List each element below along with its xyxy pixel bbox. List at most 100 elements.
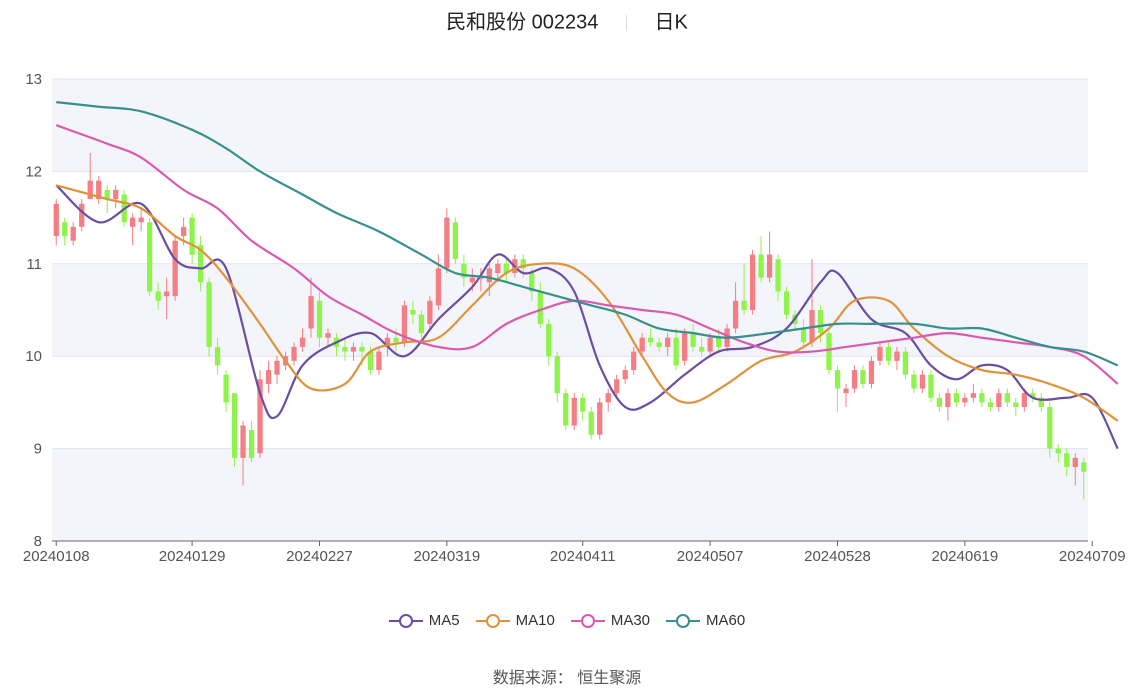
candle-body (130, 217, 136, 227)
candle-body (707, 337, 713, 352)
candle-body (1055, 448, 1061, 454)
candle-body (936, 397, 943, 408)
x-tick-label: 20240619 (931, 548, 998, 565)
legend-label: MA60 (706, 612, 746, 629)
candle-body (155, 291, 161, 301)
candle-body (979, 393, 985, 403)
candle-body (1013, 402, 1019, 408)
candle-body (715, 337, 722, 347)
candle-body (265, 370, 272, 384)
candle-body (673, 337, 679, 366)
candle-body (274, 360, 280, 375)
candle-body (682, 333, 688, 361)
candle-body (554, 356, 560, 394)
candle-body (376, 351, 382, 371)
x-tick-label: 20240709 (1059, 548, 1126, 565)
candle-body (758, 254, 764, 278)
legend-item-ma5[interactable]: MA5 (388, 612, 460, 629)
candle-body (393, 337, 399, 343)
candle-body (325, 333, 331, 338)
candle-body (172, 240, 178, 297)
candle-body (919, 374, 926, 389)
candle-body (571, 397, 577, 426)
legend-marker-icon (666, 613, 701, 628)
grid-band (52, 448, 1088, 541)
candle-body (223, 374, 229, 403)
candle-body (588, 411, 594, 435)
candle-body (486, 268, 492, 283)
candle-body (299, 337, 306, 347)
x-tick-label: 20240227 (286, 548, 353, 565)
candle-body (800, 328, 807, 343)
candle-body (894, 351, 900, 361)
candle-body (537, 291, 543, 324)
data-source: 数据来源： 恒生聚源 (0, 664, 1134, 688)
candle-body (410, 310, 416, 315)
legend-marker-icon (388, 613, 423, 628)
candle-body (597, 402, 603, 435)
candle-body (860, 370, 866, 384)
candle-body (495, 263, 501, 274)
candle-body (834, 370, 841, 389)
x-tick-label: 20240129 (159, 548, 226, 565)
x-tick-label: 20240319 (413, 548, 480, 565)
y-tick-label: 12 (25, 163, 42, 180)
candle-body (945, 393, 951, 408)
legend-item-ma60[interactable]: MA60 (666, 612, 745, 629)
candle-body (359, 346, 365, 352)
candle-body (563, 393, 569, 426)
candle-body (996, 393, 1002, 408)
x-tick-label: 20240528 (804, 548, 871, 565)
candle-body (350, 346, 357, 352)
source-label: 数据来源： (492, 670, 573, 687)
candle-body (427, 300, 433, 324)
legend-item-ma10[interactable]: MA10 (475, 612, 555, 629)
candle-body (469, 277, 475, 283)
legend-marker-icon (475, 613, 510, 628)
source-value: 恒生聚源 (577, 670, 642, 687)
candle-body (1072, 457, 1078, 468)
candle-body (911, 374, 917, 389)
candle-body (147, 222, 153, 292)
candle-body (928, 374, 934, 398)
candle-body (690, 333, 696, 347)
candle-body (1081, 462, 1087, 472)
x-tick-label: 20240108 (23, 548, 90, 565)
candle-body (1064, 453, 1070, 468)
candlestick-chart: 891011121320240108 20240129 20240227 202403… (23, 71, 1126, 565)
candle-body (783, 291, 790, 315)
candle-body (418, 314, 425, 334)
legend-item-ma30[interactable]: MA30 (570, 612, 650, 629)
candle-body (851, 370, 858, 389)
candle-body (817, 310, 824, 334)
candle-body (826, 333, 832, 371)
candle-body (452, 222, 458, 260)
legend-label: MA5 (428, 612, 460, 629)
candle-body (342, 346, 348, 352)
candle-body (87, 180, 93, 200)
candle-body (953, 393, 960, 403)
candle-body (546, 323, 552, 357)
candle-body (605, 393, 611, 403)
legend: MA5 MA10 MA30 MA60 (0, 612, 1134, 632)
candle-body (248, 430, 255, 458)
candle-body (665, 337, 671, 347)
y-tick-label: 10 (25, 348, 42, 365)
candle-body (1021, 393, 1027, 408)
candle-body (240, 425, 246, 458)
candle-body (291, 346, 297, 361)
candle-body (180, 226, 187, 237)
y-tick-label: 13 (25, 71, 42, 88)
candle-body (902, 351, 909, 375)
candle-body (639, 337, 645, 352)
candle-body (138, 217, 144, 223)
candle-body (741, 300, 747, 310)
candle-body (164, 291, 170, 297)
candle-body (53, 203, 59, 237)
candle-body (732, 300, 739, 329)
candle-body (206, 282, 212, 347)
candle-body (766, 254, 773, 278)
candle-body (580, 397, 586, 412)
candle-body (868, 360, 875, 384)
candle-body (987, 402, 993, 408)
